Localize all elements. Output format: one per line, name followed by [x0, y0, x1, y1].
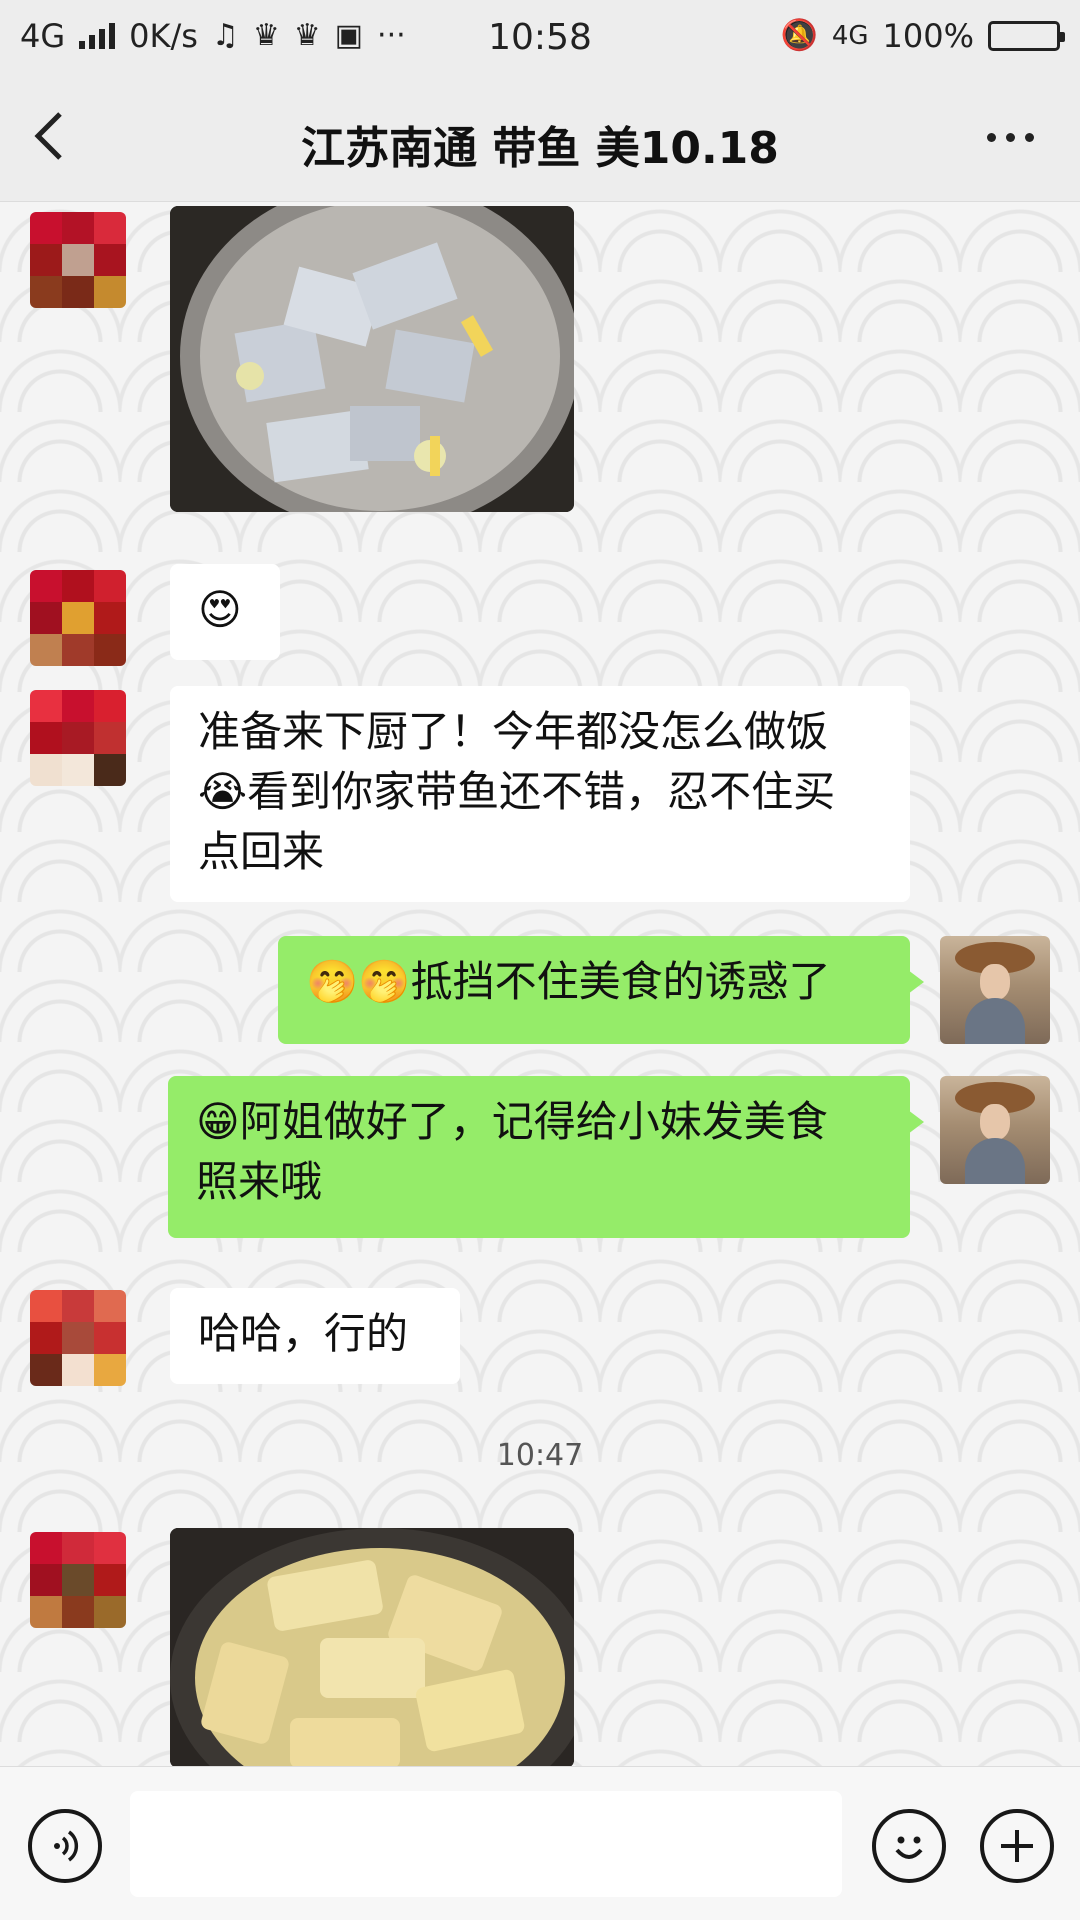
- status-bar: 4G 0K/s ♫ ♛ ♛ ▣ ··· 10:58 🔕 4G 100%: [0, 0, 1080, 72]
- message-bubble[interactable]: 哈哈，行的: [170, 1288, 460, 1384]
- chat-image[interactable]: [170, 1528, 574, 1766]
- status-time: 10:58: [488, 17, 592, 58]
- timestamp: 10:47: [496, 1438, 584, 1473]
- my-avatar[interactable]: [940, 1076, 1050, 1184]
- emoji-text: 😍: [198, 585, 242, 634]
- fried-fish-photo: [170, 1528, 574, 1766]
- voice-button[interactable]: [28, 1809, 102, 1883]
- back-button[interactable]: [30, 108, 100, 168]
- message-bubble-outgoing[interactable]: 🤭🤭抵挡不住美食的诱惑了: [278, 936, 924, 1044]
- plus-button[interactable]: [980, 1809, 1054, 1883]
- more-button[interactable]: [980, 122, 1040, 152]
- message-text-line: 照来哦: [196, 1157, 323, 1206]
- input-bar: [0, 1766, 1080, 1920]
- chat-area[interactable]: 😍 准备来下厨了！今年都没怎么做饭 😭看到你家带鱼还不错，忍不住买 点回来 🤭🤭…: [0, 202, 1080, 1766]
- message-text-line: 😁阿姐做好了，记得给小妹发美食: [196, 1097, 828, 1146]
- more-icon: [986, 132, 996, 142]
- contact-avatar[interactable]: [30, 570, 126, 666]
- contact-avatar[interactable]: [30, 1532, 126, 1628]
- battery-icon: [988, 21, 1065, 51]
- message-bubble[interactable]: 准备来下厨了！今年都没怎么做饭 😭看到你家带鱼还不错，忍不住买 点回来: [170, 686, 910, 902]
- voice-icon: [54, 1830, 79, 1862]
- message-bubble-outgoing[interactable]: 😁阿姐做好了，记得给小妹发美食 照来哦: [168, 1076, 924, 1238]
- emoji-button[interactable]: [872, 1809, 946, 1883]
- chat-title: 江苏南通 带鱼 美10.18: [301, 123, 779, 174]
- plus-icon: [1001, 1830, 1033, 1862]
- contact-avatar[interactable]: [30, 212, 126, 308]
- raw-fish-photo: [170, 206, 574, 512]
- message-text: 🤭🤭抵挡不住美食的诱惑了: [306, 957, 831, 1006]
- contact-avatar[interactable]: [30, 1290, 126, 1386]
- chevron-left-icon: [34, 112, 62, 160]
- message-bubble[interactable]: 😍: [170, 564, 280, 660]
- message-input[interactable]: [130, 1791, 842, 1897]
- emoji-icon: [895, 1836, 923, 1859]
- chat-header: 江苏南通 带鱼 美10.18: [0, 72, 1080, 202]
- message-text-line: 准备来下厨了！今年都没怎么做饭: [198, 707, 829, 756]
- message-text-line: 😭看到你家带鱼还不错，忍不住买: [198, 767, 836, 816]
- message-text-line: 点回来: [198, 827, 325, 876]
- my-avatar[interactable]: [940, 936, 1050, 1044]
- message-text: 哈哈，行的: [198, 1309, 409, 1358]
- contact-avatar[interactable]: [30, 690, 126, 786]
- chat-image[interactable]: [170, 206, 574, 512]
